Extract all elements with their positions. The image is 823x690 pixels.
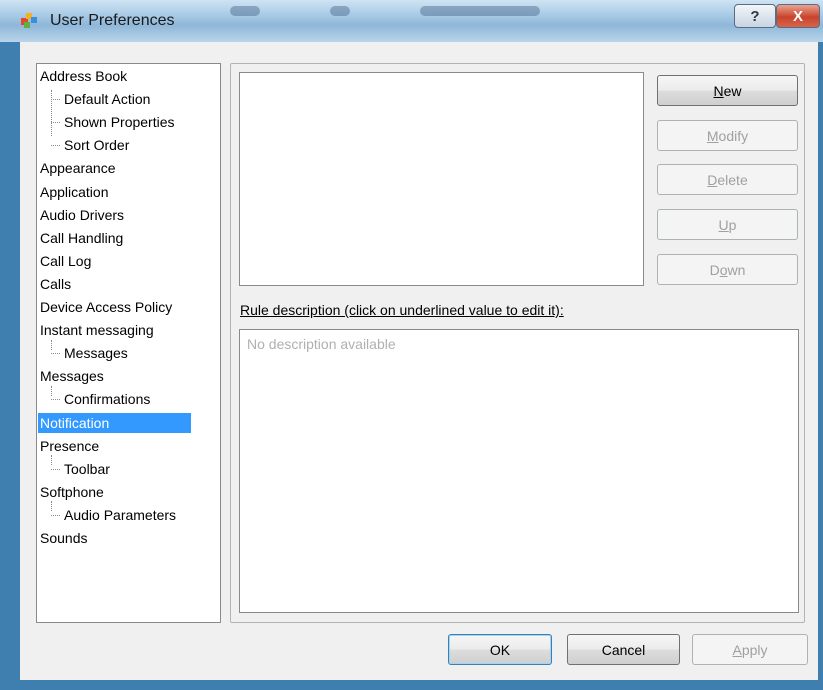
tree-item[interactable]: Application: [40, 182, 109, 202]
tree-connector: [51, 90, 52, 136]
tree-item[interactable]: Default Action: [64, 89, 150, 109]
up-button[interactable]: Up: [657, 209, 798, 240]
tree-item[interactable]: Calls: [40, 274, 71, 294]
tree-connector: [51, 353, 60, 355]
app-preferences-icon: [21, 13, 37, 28]
tree-item[interactable]: Device Access Policy: [40, 297, 172, 317]
window: User Preferences ? X Address Book Default…: [0, 0, 823, 690]
rule-description-box[interactable]: No description available: [239, 329, 799, 613]
tree-item[interactable]: Appearance: [40, 158, 116, 178]
modify-button[interactable]: Modify: [657, 120, 798, 151]
tree-item[interactable]: Softphone: [40, 482, 104, 502]
tree-item[interactable]: Messages: [40, 366, 104, 386]
tree-connector: [51, 122, 60, 124]
tree-item[interactable]: Sounds: [40, 528, 87, 548]
tree-item[interactable]: Audio Parameters: [64, 505, 176, 525]
tree-connector: [51, 340, 52, 350]
tree-connector: [51, 399, 60, 401]
tree-connector: [51, 501, 52, 511]
preferences-tree[interactable]: Address Book Default Action Shown Properti…: [36, 63, 221, 623]
dialog-client-area: Address Book Default Action Shown Properti…: [20, 42, 818, 680]
tree-item[interactable]: Presence: [40, 436, 99, 456]
title-bar-decoration: [230, 6, 260, 16]
tree-item[interactable]: Shown Properties: [64, 112, 175, 132]
close-button[interactable]: X: [776, 4, 820, 28]
tree-item[interactable]: Call Handling: [40, 228, 123, 248]
ok-button[interactable]: OK: [448, 634, 552, 665]
tree-item[interactable]: Sort Order: [64, 135, 129, 155]
tree-item[interactable]: Notification: [38, 412, 191, 433]
tree-item[interactable]: Address Book: [40, 66, 127, 86]
rules-list[interactable]: [239, 72, 644, 286]
tree-connector: [51, 468, 60, 470]
new-button[interactable]: New: [657, 75, 798, 106]
apply-button[interactable]: Apply: [692, 634, 808, 665]
delete-button[interactable]: Delete: [657, 164, 798, 195]
close-icon: X: [792, 7, 803, 25]
tree-item[interactable]: Confirmations: [64, 389, 150, 409]
title-bar-decoration: [330, 6, 350, 16]
tree-item[interactable]: Toolbar: [64, 459, 110, 479]
tree-connector: [51, 99, 60, 101]
help-icon: ?: [750, 7, 760, 25]
window-title: User Preferences: [50, 12, 175, 29]
tree-item[interactable]: Messages: [64, 343, 128, 363]
title-bar-decoration: [420, 6, 540, 16]
rule-description-text: No description available: [247, 336, 396, 352]
down-button[interactable]: Do wn: [657, 254, 798, 285]
tree-item[interactable]: Call Log: [40, 251, 91, 271]
help-button[interactable]: ?: [734, 4, 776, 28]
tree-connector: [51, 386, 52, 396]
cancel-button[interactable]: Cancel: [567, 634, 680, 665]
tree-item[interactable]: Instant messaging: [40, 320, 154, 340]
title-bar[interactable]: User Preferences ? X: [0, 0, 823, 42]
tree-connector: [51, 514, 60, 516]
rule-description-label: Rule description (click on underlined va…: [240, 302, 564, 318]
tree-item[interactable]: Audio Drivers: [40, 205, 124, 225]
tree-connector: [51, 145, 60, 147]
tree-connector: [51, 455, 52, 465]
